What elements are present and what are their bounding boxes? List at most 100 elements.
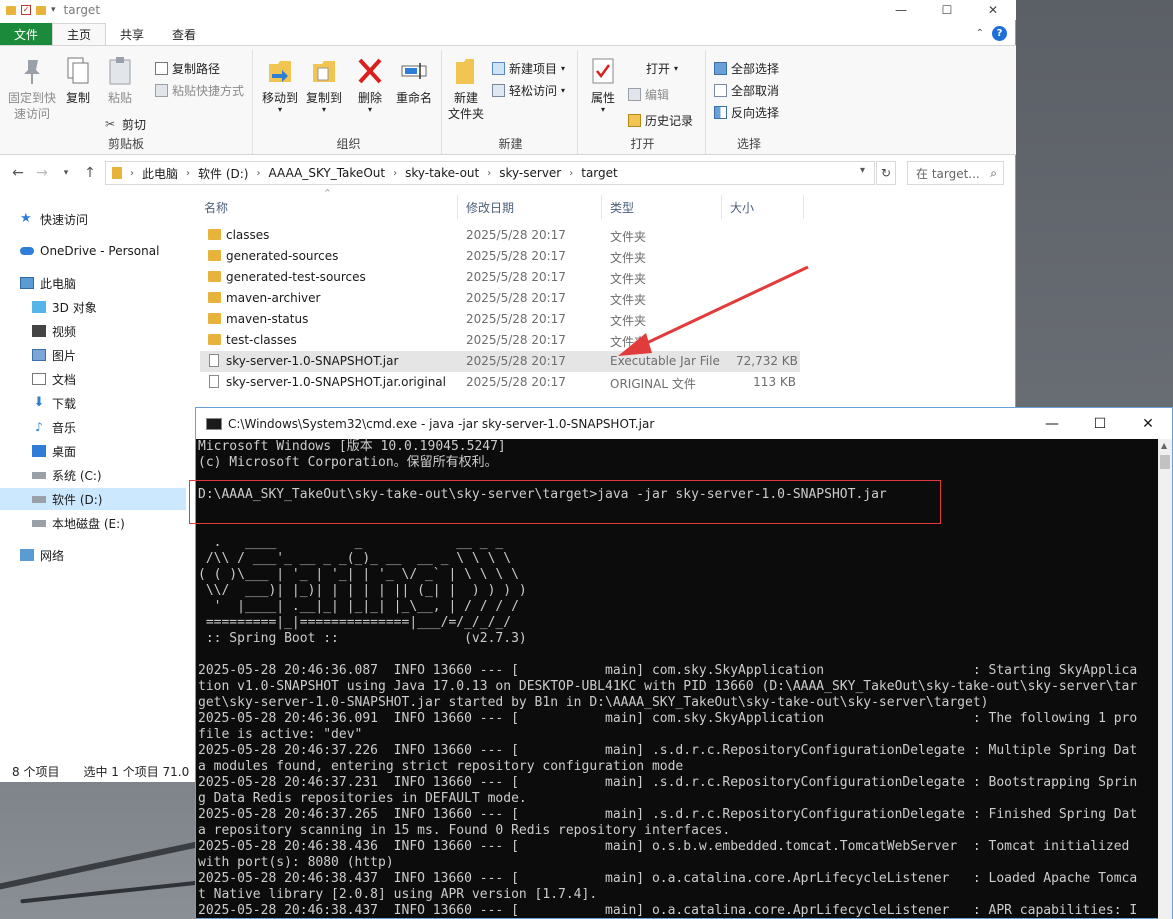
cut-button[interactable]: ✂ 剪切 bbox=[105, 116, 146, 133]
chevron-right-icon[interactable]: › bbox=[130, 168, 134, 179]
paste-shortcut-button[interactable]: 粘贴快捷方式 bbox=[155, 82, 244, 99]
nav-item-music[interactable]: ♪ 音乐 bbox=[0, 416, 186, 438]
file-name: sky-server-1.0-SNAPSHOT.jar.original bbox=[226, 375, 446, 389]
up-arrow-icon[interactable]: ↑ bbox=[78, 165, 102, 181]
nav-item-drive-d[interactable]: 软件 (D:) bbox=[0, 488, 186, 510]
chevron-right-icon[interactable]: › bbox=[256, 168, 260, 179]
file-row[interactable]: maven-archiver 2025/5/28 20:17 文件夹 bbox=[200, 288, 800, 309]
nav-item-desktop[interactable]: 桌面 bbox=[0, 440, 186, 462]
file-name: maven-archiver bbox=[226, 291, 321, 305]
breadcrumb-aaaa-sky-takeout[interactable]: AAAA_SKY_TakeOut bbox=[268, 166, 385, 180]
delete-button[interactable]: 删除 ▾ bbox=[352, 56, 388, 114]
properties-check-icon[interactable]: ✓ bbox=[21, 5, 31, 15]
tab-view[interactable]: 查看 bbox=[158, 23, 210, 45]
invert-selection-button[interactable]: 反向选择 bbox=[714, 104, 779, 121]
nav-item-quick-access[interactable]: ★ 快速访问 bbox=[0, 208, 186, 230]
breadcrumb-sky-server[interactable]: sky-server bbox=[499, 166, 561, 180]
nav-item-network[interactable]: 网络 bbox=[0, 544, 186, 566]
edit-button[interactable]: 编辑 bbox=[628, 86, 669, 103]
search-placeholder: 在 target... bbox=[916, 166, 980, 181]
folder-icon bbox=[6, 5, 16, 15]
new-item-button[interactable]: 新建项目 ▾ bbox=[492, 60, 565, 77]
recent-locations-chevron-icon[interactable]: ▾ bbox=[54, 168, 78, 178]
copy-path-button[interactable]: 复制路径 bbox=[155, 60, 220, 77]
tab-share[interactable]: 共享 bbox=[106, 23, 158, 45]
selection-info: 选中 1 个项目 71.0 bbox=[83, 764, 190, 779]
address-history-chevron-icon[interactable]: ▾ bbox=[860, 165, 865, 176]
nav-item-label: 3D 对象 bbox=[52, 300, 97, 315]
select-all-button[interactable]: 全部选择 bbox=[714, 60, 779, 77]
column-header-name[interactable]: 名称 bbox=[196, 195, 458, 219]
new-folder-icon[interactable] bbox=[36, 5, 46, 15]
minimize-button[interactable]: — bbox=[1028, 408, 1076, 439]
chevron-right-icon[interactable]: › bbox=[186, 168, 190, 179]
back-arrow-icon[interactable]: ← bbox=[6, 165, 30, 181]
quick-access-dropdown-icon[interactable]: ▾ bbox=[51, 5, 56, 15]
console-scrollbar[interactable]: ▲ bbox=[1158, 439, 1172, 919]
rename-button[interactable]: 重命名 bbox=[392, 56, 436, 106]
column-header-type[interactable]: 类型 bbox=[602, 195, 722, 219]
forward-arrow-icon[interactable]: → bbox=[30, 165, 54, 181]
file-row[interactable]: generated-test-sources 2025/5/28 20:17 文… bbox=[200, 267, 800, 288]
tab-file[interactable]: 文件 bbox=[0, 23, 53, 45]
refresh-icon[interactable]: ↻ bbox=[876, 161, 896, 185]
open-button[interactable]: 打开 ▾ bbox=[646, 60, 678, 77]
breadcrumb-target[interactable]: target bbox=[581, 166, 618, 180]
nav-item-pictures[interactable]: 图片 bbox=[0, 344, 186, 366]
pin-to-quick-access-button[interactable]: 固定到快 速访问 bbox=[4, 56, 60, 122]
history-button[interactable]: 历史记录 bbox=[628, 112, 693, 129]
chevron-right-icon[interactable]: › bbox=[569, 168, 573, 179]
chevron-right-icon[interactable]: › bbox=[393, 168, 397, 179]
chevron-right-icon[interactable]: › bbox=[487, 168, 491, 179]
search-input[interactable]: 在 target... ⌕ bbox=[907, 161, 1004, 185]
file-row-selected[interactable]: sky-server-1.0-SNAPSHOT.jar 2025/5/28 20… bbox=[200, 351, 800, 372]
edit-icon bbox=[628, 88, 641, 101]
new-folder-button[interactable]: 新建 文件夹 bbox=[444, 56, 488, 122]
file-row[interactable]: classes 2025/5/28 20:17 文件夹 bbox=[200, 225, 800, 246]
close-button[interactable]: ✕ bbox=[1124, 408, 1172, 439]
file-row[interactable]: generated-sources 2025/5/28 20:17 文件夹 bbox=[200, 246, 800, 267]
nav-item-documents[interactable]: 文档 bbox=[0, 368, 186, 390]
file-row[interactable]: maven-status 2025/5/28 20:17 文件夹 bbox=[200, 309, 800, 330]
breadcrumb-this-pc[interactable]: 此电脑 bbox=[142, 165, 178, 182]
copy-to-button[interactable]: 复制到 ▾ bbox=[302, 56, 346, 114]
easy-access-label: 轻松访问 bbox=[509, 84, 558, 98]
tab-home[interactable]: 主页 bbox=[52, 23, 107, 45]
maximize-button[interactable]: ☐ bbox=[924, 0, 970, 20]
help-icon[interactable]: ? bbox=[992, 26, 1007, 41]
file-type: 文件夹 bbox=[610, 314, 647, 328]
paste-button[interactable]: 粘贴 bbox=[100, 56, 140, 106]
breadcrumb-drive-d[interactable]: 软件 (D:) bbox=[198, 165, 248, 182]
scrollbar-thumb[interactable] bbox=[1160, 455, 1170, 469]
nav-item-label: 视频 bbox=[52, 324, 77, 339]
move-to-button[interactable]: 移动到 ▾ bbox=[258, 56, 302, 114]
breadcrumb-sky-take-out[interactable]: sky-take-out bbox=[405, 166, 479, 180]
nav-item-3d-objects[interactable]: 3D 对象 bbox=[0, 296, 186, 318]
minimize-button[interactable]: — bbox=[878, 0, 924, 20]
file-row[interactable]: test-classes 2025/5/28 20:17 文件夹 bbox=[200, 330, 800, 351]
column-header-date[interactable]: 修改日期 bbox=[458, 195, 602, 219]
scroll-up-arrow-icon[interactable]: ▲ bbox=[1161, 441, 1167, 450]
nav-item-this-pc[interactable]: 此电脑 bbox=[0, 272, 186, 294]
select-none-button[interactable]: 全部取消 bbox=[714, 82, 779, 99]
properties-button[interactable]: 属性 ▾ bbox=[584, 56, 622, 114]
address-bar[interactable]: › 此电脑 › 软件 (D:) › AAAA_SKY_TakeOut › sky… bbox=[105, 161, 875, 185]
file-type: ORIGINAL 文件 bbox=[610, 377, 696, 391]
nav-item-drive-e[interactable]: 本地磁盘 (E:) bbox=[0, 512, 186, 534]
close-button[interactable]: ✕ bbox=[970, 0, 1016, 20]
file-date: 2025/5/28 20:17 bbox=[466, 333, 566, 347]
maximize-button[interactable]: ☐ bbox=[1076, 408, 1124, 439]
file-row[interactable]: sky-server-1.0-SNAPSHOT.jar.original 202… bbox=[200, 372, 800, 393]
collapse-ribbon-icon[interactable]: ⌃ bbox=[976, 28, 984, 39]
file-date: 2025/5/28 20:17 bbox=[466, 249, 566, 263]
nav-item-label: 网络 bbox=[40, 548, 65, 563]
nav-item-drive-c[interactable]: 系统 (C:) bbox=[0, 464, 186, 486]
easy-access-button[interactable]: 轻松访问 ▾ bbox=[492, 82, 565, 99]
nav-item-onedrive[interactable]: OneDrive - Personal bbox=[0, 240, 186, 262]
nav-item-videos[interactable]: 视频 bbox=[0, 320, 186, 342]
copy-button[interactable]: 复制 bbox=[62, 56, 94, 106]
column-header-size[interactable]: 大小 bbox=[722, 195, 804, 219]
nav-item-downloads[interactable]: ⬇ 下载 bbox=[0, 392, 186, 414]
open-group-label: 打开 bbox=[630, 137, 655, 151]
